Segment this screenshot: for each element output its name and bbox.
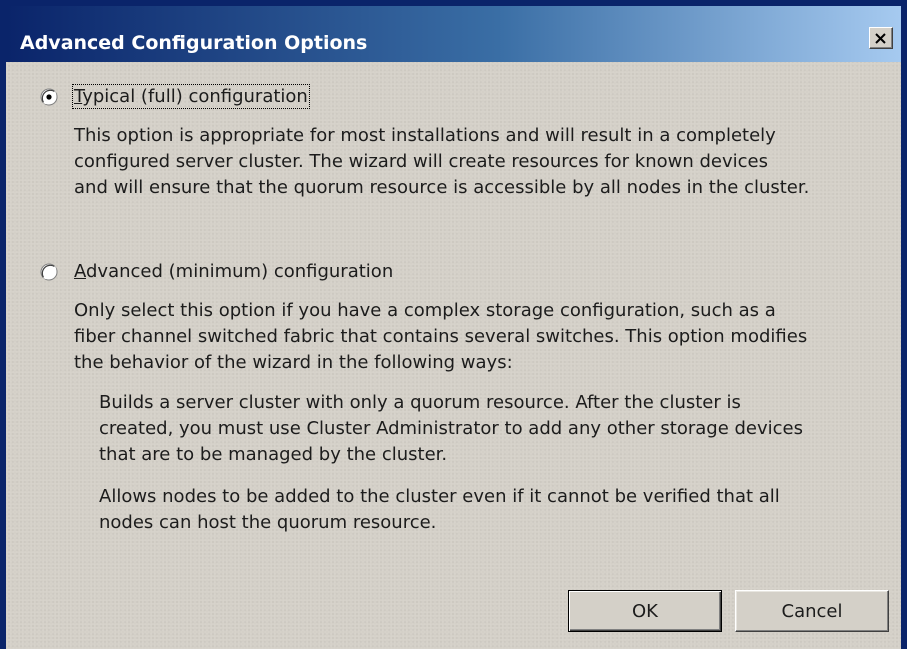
dialog-window: Advanced Configuration Options Typical (… xyxy=(0,0,907,649)
close-icon xyxy=(875,32,886,44)
label-text: dvanced (minimum) configuration xyxy=(86,261,394,282)
advanced-description-line-2: fiber channel switched fabric that conta… xyxy=(74,326,808,347)
detail-1-line-1: Builds a server cluster with only a quor… xyxy=(99,392,741,413)
detail-2-line-2: nodes can host the quorum resource. xyxy=(99,512,437,533)
ok-button[interactable]: OK xyxy=(568,590,722,632)
detail-2-line-1: Allows nodes to be added to the cluster … xyxy=(99,486,780,507)
radio-advanced[interactable] xyxy=(40,263,58,281)
advanced-description-line-1: Only select this option if you have a co… xyxy=(74,300,776,321)
typical-description-line-1: This option is appropriate for most inst… xyxy=(74,125,776,146)
accelerator-t: T xyxy=(74,86,83,107)
typical-description-line-2: configured server cluster. The wizard wi… xyxy=(74,151,768,172)
advanced-description-line-3: the behavior of the wizard in the follow… xyxy=(74,352,513,373)
cancel-button[interactable]: Cancel xyxy=(735,590,889,632)
radio-typical[interactable] xyxy=(40,88,58,106)
radio-advanced-label[interactable]: Advanced (minimum) configuration xyxy=(74,261,393,282)
typical-description-line-3: and will ensure that the quorum resource… xyxy=(74,177,810,198)
label-text: ypical (full) configuration xyxy=(82,86,308,107)
dialog-title: Advanced Configuration Options xyxy=(20,32,368,54)
close-button[interactable] xyxy=(869,27,893,49)
detail-1-line-3: that are to be managed by the cluster. xyxy=(99,444,448,465)
radio-typical-label[interactable]: Typical (full) configuration xyxy=(72,84,310,109)
accelerator-a: A xyxy=(74,261,86,282)
title-bar[interactable]: Advanced Configuration Options xyxy=(6,6,901,62)
dialog-body: Typical (full) configuration This option… xyxy=(6,62,901,649)
detail-1-line-2: created, you must use Cluster Administra… xyxy=(99,418,804,439)
